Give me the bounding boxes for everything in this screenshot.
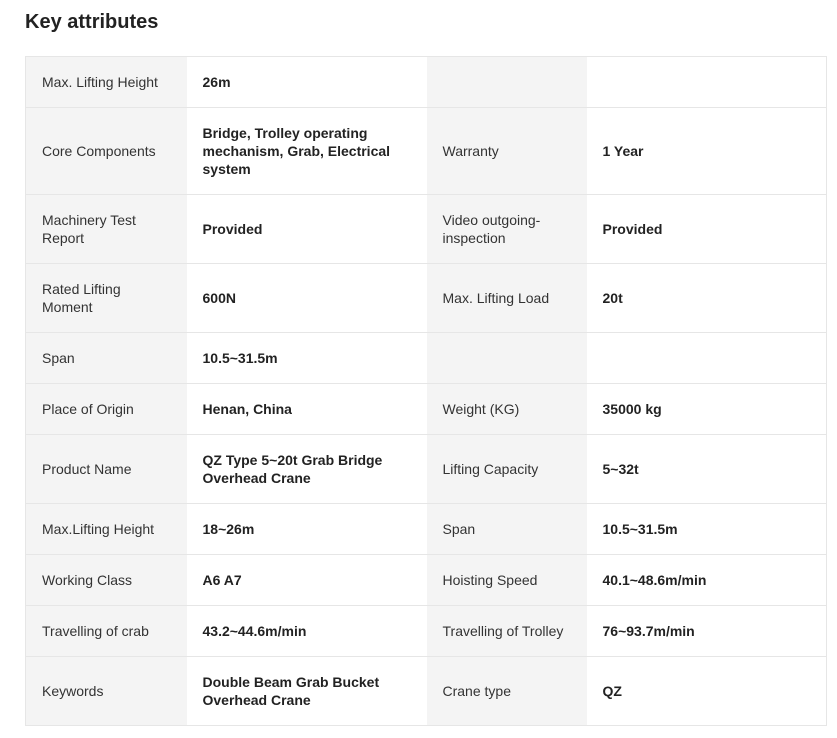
table-row: Machinery Test Report Provided Video out…: [25, 194, 827, 264]
table-row: Product Name QZ Type 5~20t Grab Bridge O…: [25, 434, 827, 504]
table-row: Keywords Double Beam Grab Bucket Overhea…: [25, 656, 827, 726]
table-row: Travelling of crab 43.2~44.6m/min Travel…: [25, 605, 827, 657]
attribute-name: Max. Lifting Height: [25, 56, 187, 108]
attribute-value: 76~93.7m/min: [586, 605, 827, 657]
attribute-name: Video outgoing-inspection: [426, 194, 587, 264]
attribute-name: Weight (KG): [426, 383, 587, 435]
attribute-value: Provided: [586, 194, 827, 264]
attribute-name: Hoisting Speed: [426, 554, 587, 606]
attribute-name: Lifting Capacity: [426, 434, 587, 504]
attribute-name: Place of Origin: [25, 383, 187, 435]
attribute-name: Keywords: [25, 656, 187, 726]
attribute-name: Span: [25, 332, 187, 384]
attribute-value: 1 Year: [586, 107, 827, 195]
attribute-name: Travelling of Trolley: [426, 605, 587, 657]
attribute-name: Max. Lifting Load: [426, 263, 587, 333]
attribute-value: A6 A7: [186, 554, 427, 606]
attribute-name: Crane type: [426, 656, 587, 726]
attribute-name: Product Name: [25, 434, 187, 504]
attribute-name: Span: [426, 503, 587, 555]
attribute-value: 600N: [186, 263, 427, 333]
attribute-value: [586, 332, 827, 384]
attribute-value: Double Beam Grab Bucket Overhead Crane: [186, 656, 427, 726]
attribute-value: 35000 kg: [586, 383, 827, 435]
section-title: Key attributes: [25, 11, 159, 33]
table-row: Rated Lifting Moment 600N Max. Lifting L…: [25, 263, 827, 333]
table-row: Working Class A6 A7 Hoisting Speed 40.1~…: [25, 554, 827, 606]
table-row: Max. Lifting Height 26m: [25, 56, 827, 108]
attribute-value: 20t: [586, 263, 827, 333]
attribute-name: Rated Lifting Moment: [25, 263, 187, 333]
attribute-value: 10.5~31.5m: [186, 332, 427, 384]
attribute-name: Working Class: [25, 554, 187, 606]
table-row: Max.Lifting Height 18~26m Span 10.5~31.5…: [25, 503, 827, 555]
attribute-value: 26m: [186, 56, 427, 108]
attribute-value: QZ: [586, 656, 827, 726]
attribute-value: Provided: [186, 194, 427, 264]
attribute-name: Warranty: [426, 107, 587, 195]
table-row: Place of Origin Henan, China Weight (KG)…: [25, 383, 827, 435]
attribute-value: 40.1~48.6m/min: [586, 554, 827, 606]
attribute-name: [426, 56, 587, 108]
key-attributes-table: Max. Lifting Height 26m Core Components …: [25, 56, 827, 726]
attribute-name: [426, 332, 587, 384]
attribute-value: Henan, China: [186, 383, 427, 435]
attribute-name: Max.Lifting Height: [25, 503, 187, 555]
attribute-value: 10.5~31.5m: [586, 503, 827, 555]
table-row: Core Components Bridge, Trolley operatin…: [25, 107, 827, 195]
attribute-value: 5~32t: [586, 434, 827, 504]
attribute-value: QZ Type 5~20t Grab Bridge Overhead Crane: [186, 434, 427, 504]
attribute-name: Travelling of crab: [25, 605, 187, 657]
attribute-value: [586, 56, 827, 108]
attribute-value: Bridge, Trolley operating mechanism, Gra…: [186, 107, 427, 195]
attribute-value: 18~26m: [186, 503, 427, 555]
table-row: Span 10.5~31.5m: [25, 332, 827, 384]
attribute-name: Machinery Test Report: [25, 194, 187, 264]
attribute-value: 43.2~44.6m/min: [186, 605, 427, 657]
attribute-name: Core Components: [25, 107, 187, 195]
